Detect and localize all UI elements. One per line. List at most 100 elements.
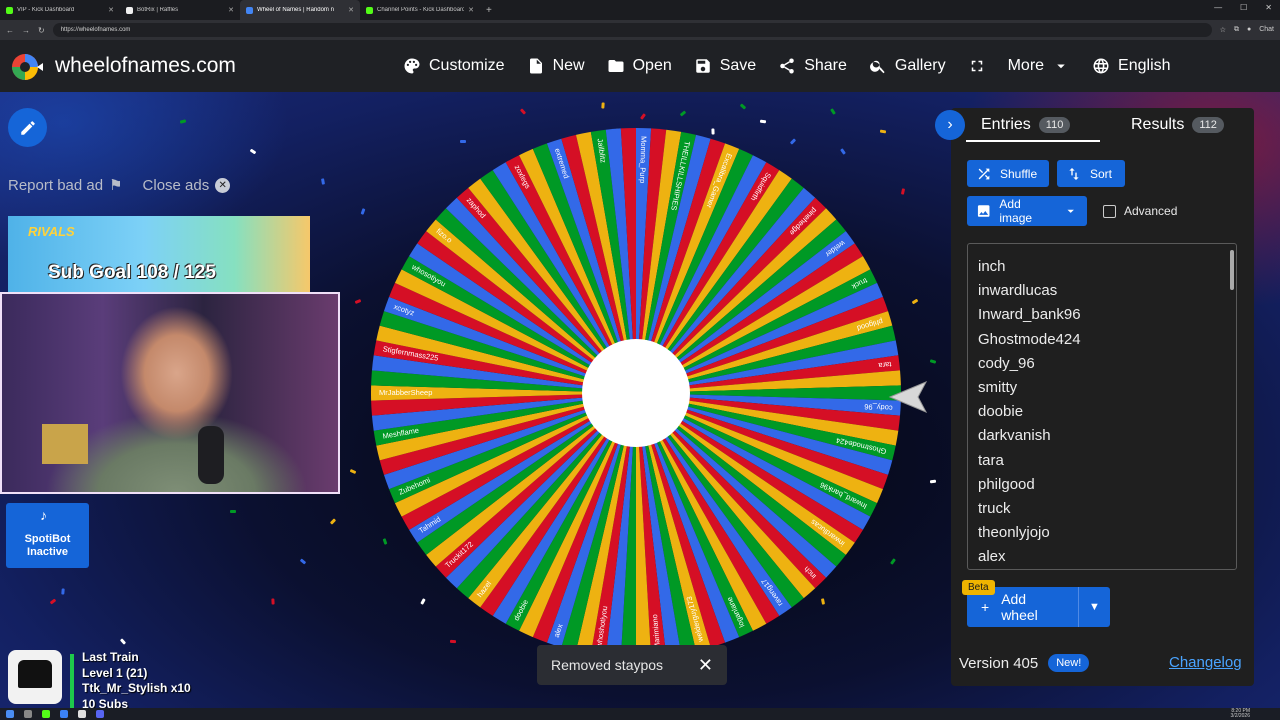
changelog-link[interactable]: Changelog [1169, 654, 1242, 671]
report-label: Report bad ad [8, 176, 104, 194]
advanced-toggle[interactable]: Advanced [1103, 204, 1177, 218]
botrix-favicon-icon [126, 6, 133, 14]
share-button[interactable]: Share [767, 40, 858, 92]
entry-item[interactable]: Inward_bank96 [978, 303, 1226, 327]
entry-item[interactable]: cody_96 [978, 352, 1226, 376]
back-icon[interactable]: ← [6, 26, 14, 35]
wheel-favicon-icon [246, 6, 253, 14]
reload-icon[interactable]: ↻ [38, 26, 45, 35]
start-icon[interactable] [6, 710, 14, 718]
more-button[interactable]: More [997, 40, 1081, 92]
train-widget: Last Train Level 1 (21) Ttk_Mr_Stylish x… [8, 648, 238, 711]
close-ads-label: Close ads [142, 176, 210, 194]
save-button[interactable]: Save [683, 40, 767, 92]
confetti-piece [759, 119, 767, 124]
clock: 8:20 PM 3/2/2026 [1231, 709, 1250, 719]
language-button[interactable]: English [1081, 40, 1181, 92]
browser-tab[interactable]: VIP - Kick Dashboard ✕ [0, 0, 120, 20]
discord-icon[interactable] [96, 710, 104, 718]
sub-goal-text: Sub Goal 108 / 125 [48, 262, 216, 283]
entry-item[interactable]: alex [978, 545, 1226, 569]
report-bad-ad-link[interactable]: Report bad ad ⚑ [8, 176, 123, 195]
beta-badge: Beta [962, 580, 995, 595]
main-nav: Customize New Open Save Share Gallery Mo… [392, 40, 1182, 92]
nav-label: Share [804, 57, 847, 74]
entry-item[interactable]: truck [978, 497, 1226, 521]
ad-banner[interactable]: RIVALS Sub Goal 108 / 125 [8, 216, 310, 292]
entries-tab-label: Entries [981, 116, 1031, 133]
chevron-down-icon [1057, 64, 1065, 69]
wheel-hub[interactable] [582, 339, 690, 447]
close-toast-icon[interactable]: ✕ [698, 655, 713, 676]
tab-results[interactable]: Results 112 [1131, 116, 1224, 134]
maximize-icon[interactable]: ☐ [1240, 3, 1247, 12]
close-ads-link[interactable]: Close ads ✕ [143, 177, 231, 194]
entry-item[interactable]: smitty [978, 376, 1226, 400]
wheel[interactable]: Momma_Purp THEILLKILLSHIPIES Excalibra_Gam… [369, 126, 903, 660]
chevron-down-icon[interactable]: ▼ [1079, 601, 1110, 613]
add-image-button[interactable]: Add image [967, 196, 1087, 226]
version-label: Version 405 [959, 654, 1039, 672]
close-tab-icon[interactable]: ✕ [348, 6, 354, 14]
profile-icon[interactable]: ● [1247, 26, 1251, 34]
extensions-icon[interactable]: ⧉ [1234, 26, 1239, 34]
new-button[interactable]: New [516, 40, 596, 92]
advanced-checkbox[interactable] [1103, 204, 1116, 218]
train-top: Ttk_Mr_Stylish x10 [82, 681, 191, 695]
entry-item[interactable]: inwardlucas [978, 279, 1226, 303]
close-tab-icon[interactable]: ✕ [228, 6, 234, 14]
results-tab-label: Results [1131, 116, 1185, 133]
entry-item[interactable]: tara [978, 449, 1226, 473]
nav-label: Save [719, 57, 757, 74]
collapse-panel-button[interactable]: › [935, 110, 965, 140]
forward-icon[interactable]: → [22, 26, 30, 35]
save-icon [695, 59, 710, 73]
customize-button[interactable]: Customize [392, 40, 516, 92]
star-icon[interactable]: ☆ [1220, 26, 1226, 34]
url-input[interactable]: https://wheelofnames.com [52, 23, 1212, 37]
edit-button[interactable] [8, 108, 47, 147]
entry-item[interactable]: doobie [978, 400, 1226, 424]
entry-item[interactable]: inch [978, 255, 1226, 279]
wheel-label: MrJabberSheep [379, 388, 432, 397]
minimize-icon[interactable]: — [1214, 3, 1222, 12]
wheel-pointer-icon [888, 381, 928, 413]
search-icon[interactable] [24, 710, 32, 718]
site-name[interactable]: wheelofnames.com [55, 54, 236, 78]
entry-item[interactable]: Ghostmode424 [978, 328, 1226, 352]
music-note-icon: ♪ [40, 507, 47, 523]
confetti-piece [601, 102, 605, 109]
open-button[interactable]: Open [596, 40, 683, 92]
entries-scrollbar[interactable] [1230, 250, 1234, 290]
shuffle-button[interactable]: Shuffle [967, 160, 1049, 187]
app-icon[interactable] [60, 710, 68, 718]
browser-tab[interactable]: Channel Points - Kick Dashboard ✕ [360, 0, 480, 20]
browser-tab[interactable]: BotRix | Raffles ✕ [120, 0, 240, 20]
close-tab-icon[interactable]: ✕ [468, 6, 474, 14]
fullscreen-button[interactable] [957, 40, 997, 92]
nav-label: Gallery [894, 57, 946, 74]
browser-addressbar: ← → ↻ https://wheelofnames.com ☆ ⧉ ● Cha… [0, 20, 1280, 40]
app-root: VIP - Kick Dashboard ✕ BotRix | Raffles … [0, 0, 1280, 720]
clock-date: 3/2/2026 [1230, 713, 1250, 719]
wheel-logo-icon[interactable] [10, 52, 44, 82]
close-tab-icon[interactable]: ✕ [108, 6, 114, 14]
chat-button[interactable]: Chat [1259, 26, 1274, 34]
gallery-button[interactable]: Gallery [858, 40, 957, 92]
tab-entries[interactable]: Entries 110 [981, 116, 1071, 134]
entry-item[interactable]: philgood [978, 473, 1226, 497]
confetti-piece [61, 588, 65, 595]
wheel-svg[interactable]: Momma_Purp THEILLKILLSHIPIES Excalibra_Gam… [369, 126, 903, 660]
app-icon[interactable] [42, 710, 50, 718]
sort-button[interactable]: Sort [1057, 160, 1125, 187]
app-icon[interactable] [78, 710, 86, 718]
entry-item[interactable]: darkvanish [978, 424, 1226, 448]
browser-tab-active[interactable]: Wheel of Names | Random n ✕ [240, 0, 360, 20]
sort-label: Sort [1090, 166, 1113, 181]
new-tab-icon[interactable]: + [486, 5, 492, 16]
entries-textarea[interactable]: inch inwardlucas Inward_bank96 Ghostmode424… [967, 243, 1237, 570]
close-window-icon[interactable]: ✕ [1265, 3, 1272, 12]
chevron-down-icon[interactable] [1063, 203, 1078, 219]
browser-tab-title: VIP - Kick Dashboard [17, 7, 75, 13]
entry-item[interactable]: theonlyjojo [978, 521, 1226, 545]
